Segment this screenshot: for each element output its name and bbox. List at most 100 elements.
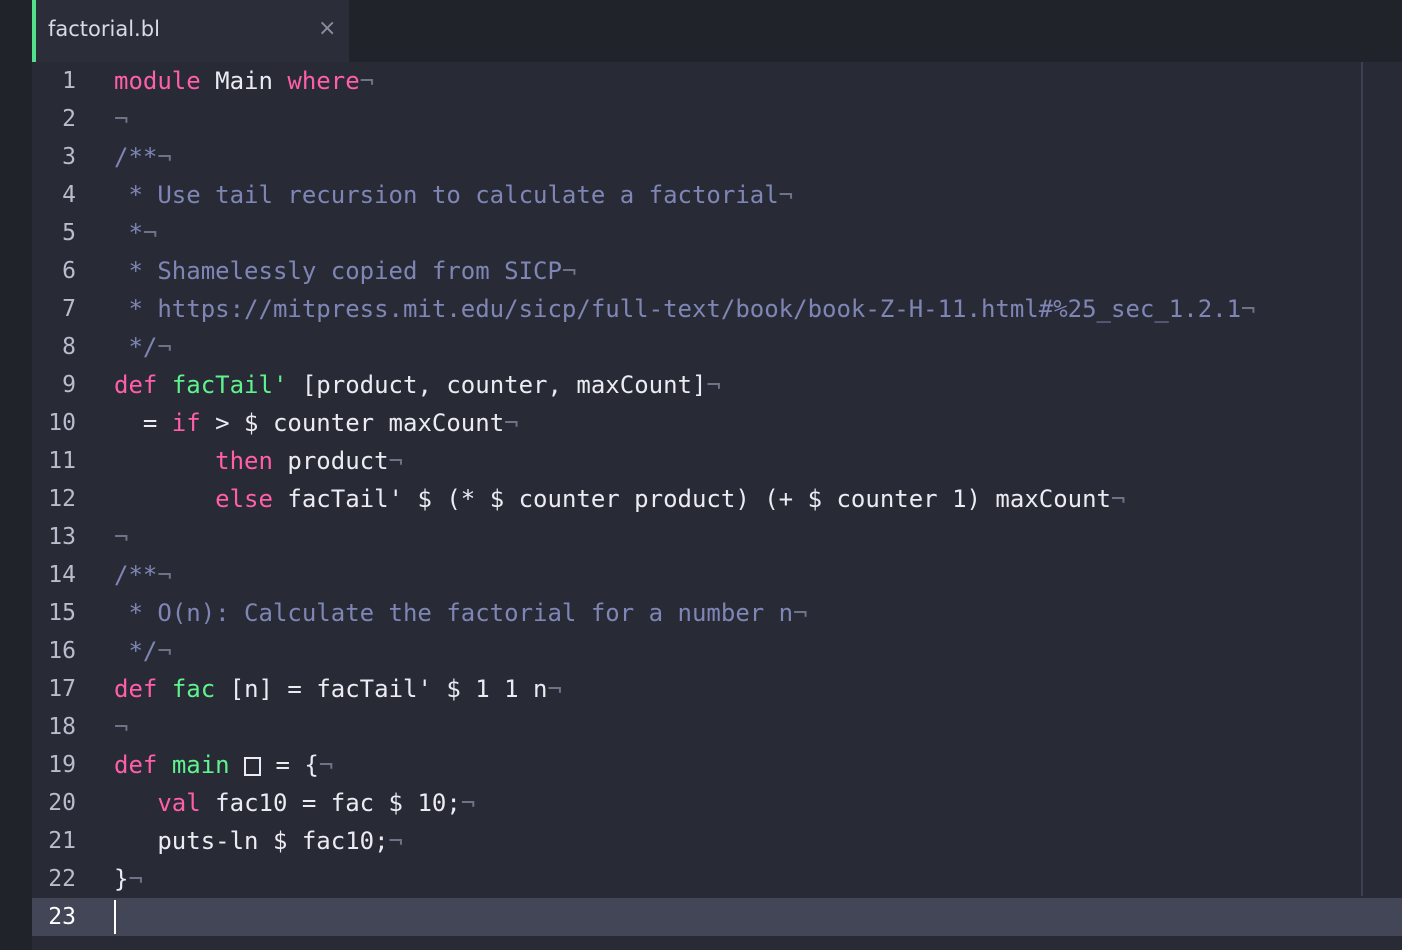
line-number: 12	[48, 486, 76, 512]
line-number: 22	[48, 866, 76, 892]
line-number: 4	[62, 182, 76, 208]
code-token: * https://mitpress.mit.edu/sicp/full-tex…	[114, 295, 1242, 323]
line-number: 6	[62, 258, 76, 284]
eol-marker: ¬	[114, 523, 129, 551]
line-number: 23	[48, 904, 76, 930]
code-token: facTail' $ (* $ counter product) (+ $ co…	[272, 485, 1112, 513]
eol-marker: ¬	[388, 447, 403, 475]
eol-marker: ¬	[388, 827, 403, 855]
line-number: 7	[62, 296, 76, 322]
code-token: *	[114, 219, 143, 247]
line-number: 18	[48, 714, 76, 740]
code-token: * O(n): Calculate the factorial for a nu…	[114, 599, 794, 627]
tab-title: factorial.bl	[48, 17, 160, 41]
code-token: > $ counter maxCount	[200, 409, 505, 437]
text-cursor	[114, 900, 116, 934]
code-line[interactable]: * Use tail recursion to calculate a fact…	[114, 176, 793, 214]
eol-marker: ¬	[504, 409, 519, 437]
code-token: def	[114, 371, 158, 399]
eol-marker: ¬	[547, 675, 562, 703]
code-line[interactable]: = if > $ counter maxCount¬	[114, 404, 519, 442]
code-token: main	[171, 751, 230, 779]
code-line[interactable]: */¬	[114, 328, 171, 366]
eol-marker: ¬	[157, 637, 172, 665]
code-token: where	[287, 67, 360, 95]
close-icon[interactable]: ×	[318, 16, 336, 41]
line-number: 1	[62, 68, 76, 94]
code-line[interactable]: else facTail' $ (* $ counter product) (+…	[114, 480, 1125, 518]
code-token: /**	[114, 561, 158, 589]
code-line[interactable]: module Main where¬	[114, 62, 374, 100]
eol-marker: ¬	[157, 561, 172, 589]
code-line[interactable]: val fac10 = fac $ 10;¬	[114, 784, 475, 822]
code-token: Main	[200, 67, 288, 95]
line-number: 5	[62, 220, 76, 246]
code-token: module	[114, 67, 201, 95]
code-token: facTail'	[171, 371, 288, 399]
line-number: 11	[48, 448, 76, 474]
code-token: = {	[261, 751, 319, 779]
code-line[interactable]: def main = {¬	[114, 746, 333, 784]
eol-marker: ¬	[561, 257, 577, 285]
line-number: 8	[62, 334, 76, 360]
code-token: puts-ln $ fac10;	[114, 827, 389, 855]
code-token: then	[215, 447, 273, 475]
line-number: 19	[48, 752, 76, 778]
code-line[interactable]: * Shamelessly copied from SICP¬	[114, 252, 576, 290]
code-token: fac	[171, 675, 216, 703]
eol-marker: ¬	[318, 751, 334, 779]
code-area[interactable]: module Main where¬ ¬/**¬ * Use tail recur…	[114, 62, 1402, 950]
tab-factorial-bl[interactable]: factorial.bl ×	[32, 0, 349, 62]
wrap-guide-ruler	[1361, 62, 1363, 896]
eol-marker: ¬	[128, 865, 143, 893]
code-token: val	[157, 789, 201, 817]
eol-marker: ¬	[114, 713, 129, 741]
line-number: 14	[48, 562, 76, 588]
code-line[interactable]: def fac [n] = facTail' $ 1 1 n¬	[114, 670, 562, 708]
eol-marker: ¬	[778, 181, 794, 209]
code-line[interactable]: puts-ln $ fac10;¬	[114, 822, 403, 860]
eol-marker: ¬	[460, 789, 476, 817]
code-line[interactable]: * O(n): Calculate the factorial for a nu…	[114, 594, 808, 632]
code-line[interactable]: ¬	[114, 518, 128, 556]
code-token: [n] = facTail' $ 1 1 n	[215, 675, 548, 703]
code-line[interactable]: *¬	[114, 214, 157, 252]
code-line[interactable]: * https://mitpress.mit.edu/sicp/full-tex…	[114, 290, 1256, 328]
line-number: 21	[48, 828, 76, 854]
line-number: 2	[62, 106, 76, 132]
code-token: =	[114, 409, 172, 437]
code-line[interactable]: then product¬	[114, 442, 403, 480]
code-line[interactable]: }¬	[114, 860, 143, 898]
line-number: 9	[62, 372, 76, 398]
code-line[interactable]: /**¬	[114, 556, 172, 594]
code-token: fac10 = fac $ 10;	[200, 789, 461, 817]
code-line[interactable]: ¬	[114, 708, 128, 746]
eol-marker: ¬	[793, 599, 808, 627]
line-number-gutter: 1 2 3 4 5 6 7 8 9 10 11 12 13 14 15 16 17 18 19 20 21 22 23	[32, 62, 112, 950]
line-number: 16	[48, 638, 76, 664]
editor-window: factorial.bl × 1 2 3 4 5 6 7 8 9 10 11 12 13 14 15 16 17…	[0, 0, 1402, 950]
eol-marker: ¬	[114, 105, 129, 133]
code-line[interactable]: def facTail' [product, counter, maxCount…	[114, 366, 721, 404]
code-token: else	[215, 485, 273, 513]
code-line[interactable]: /**¬	[114, 138, 172, 176]
eol-marker: ¬	[1241, 295, 1256, 323]
code-line[interactable]: */¬	[114, 632, 172, 670]
line-number: 20	[48, 790, 76, 816]
code-token: }	[114, 865, 129, 893]
left-side-strip	[0, 0, 32, 950]
eol-marker: ¬	[142, 219, 158, 247]
line-number: 10	[48, 410, 76, 436]
eol-marker: ¬	[157, 143, 172, 171]
code-token: * Use tail recursion to calculate a fact…	[114, 181, 779, 209]
eol-marker: ¬	[1111, 485, 1126, 513]
tab-bar: factorial.bl ×	[32, 0, 1402, 62]
eol-marker: ¬	[359, 67, 375, 95]
code-line[interactable]: ¬	[114, 100, 128, 138]
code-editor[interactable]: 1 2 3 4 5 6 7 8 9 10 11 12 13 14 15 16 17 18 19 20 21 22 23 mo…	[32, 62, 1402, 950]
code-token: * Shamelessly copied from SICP	[114, 257, 562, 285]
